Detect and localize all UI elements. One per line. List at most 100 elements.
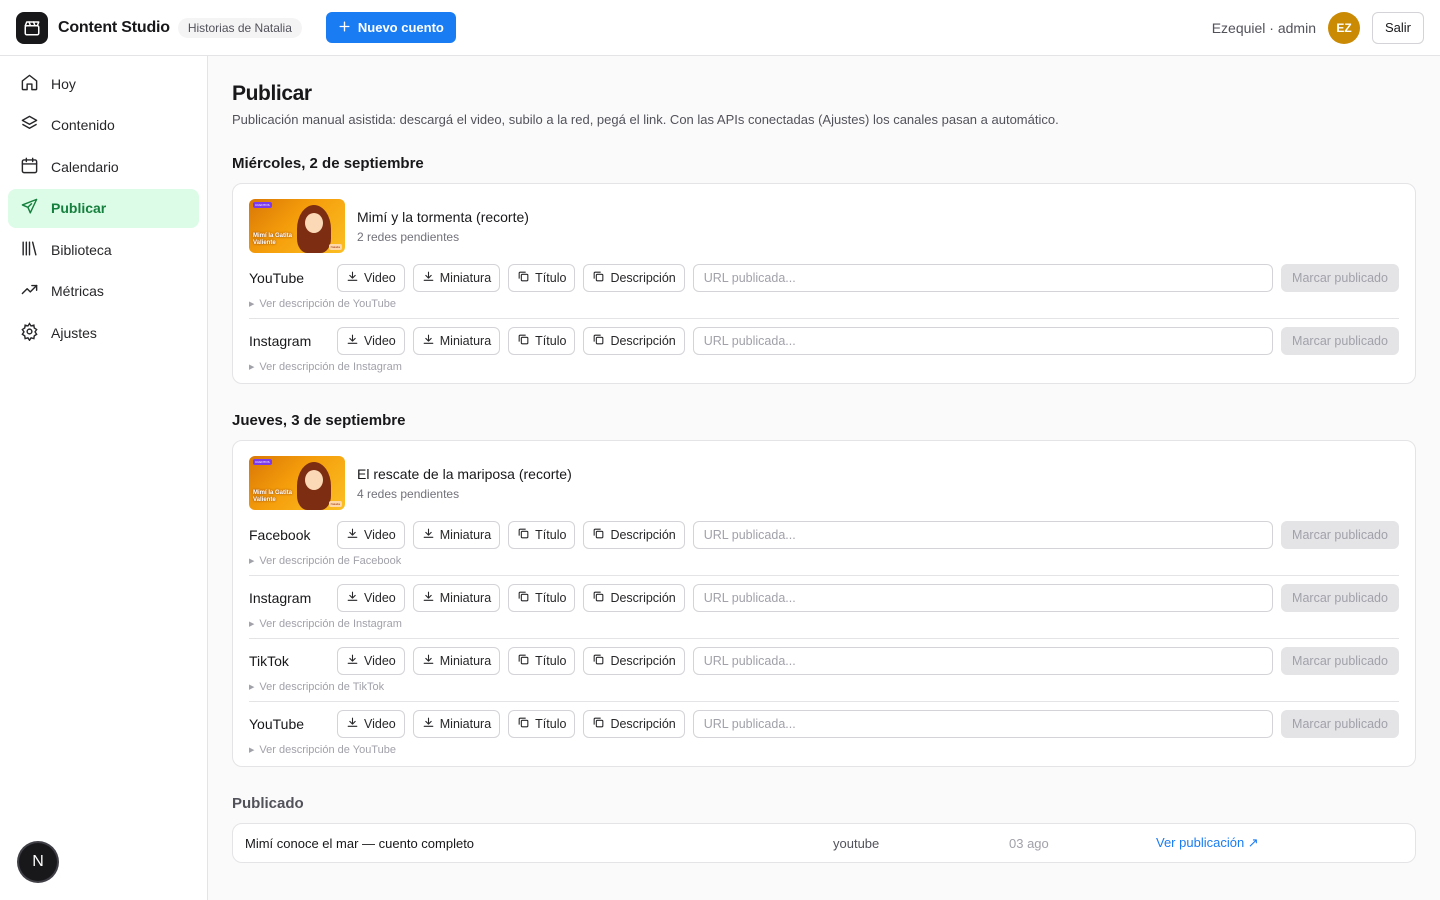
item-header: CUENTOS Mimí la Gatita Valiente Natalia El r…: [249, 456, 1399, 510]
published-url-input[interactable]: URL publicada...: [692, 710, 1273, 738]
copy-description-button-label: Descripción: [610, 591, 676, 605]
download-video-button-label: Video: [364, 271, 396, 285]
published-platform: youtube: [833, 835, 880, 851]
download-thumbnail-button[interactable]: Miniatura: [412, 584, 501, 612]
download-thumbnail-button[interactable]: Miniatura: [412, 327, 501, 355]
sidebar-item-biblioteca[interactable]: Biblioteca: [8, 230, 199, 269]
copy-description-button-label: Descripción: [610, 334, 676, 348]
copy-icon: [517, 270, 530, 286]
published-url-input[interactable]: URL publicada...: [692, 584, 1273, 612]
copy-description-button[interactable]: Descripción: [583, 647, 685, 675]
description-toggle[interactable]: ▶ Ver descripción de Instagram: [249, 618, 1399, 630]
network-row-controls: Instagram Video Miniatura Título Descripción…: [249, 327, 1399, 355]
caret-right-icon: ▶: [249, 558, 255, 565]
caret-right-icon: ▶: [249, 747, 255, 754]
network-row: Facebook Video Miniatura Título Descripción U…: [249, 510, 1399, 567]
sidebar-item-metricas[interactable]: Métricas: [8, 272, 199, 311]
download-icon: [346, 333, 359, 349]
download-video-button[interactable]: Video: [337, 521, 405, 549]
download-icon: [422, 716, 435, 732]
copy-title-button[interactable]: Título: [508, 710, 576, 738]
mark-published-button[interactable]: Marcar publicado: [1281, 584, 1399, 612]
published-url-input[interactable]: URL publicada...: [692, 647, 1273, 675]
pending-count: 2 redes pendientes: [357, 229, 460, 244]
new-story-button[interactable]: Nuevo cuento: [325, 12, 456, 43]
mark-published-button[interactable]: Marcar publicado: [1281, 264, 1399, 292]
description-toggle[interactable]: ▶ Ver descripción de Instagram: [249, 361, 1399, 373]
download-video-button[interactable]: Video: [337, 327, 405, 355]
sidebar-item-label: Biblioteca: [51, 241, 112, 258]
download-video-button-label: Video: [364, 654, 396, 668]
download-thumbnail-button[interactable]: Miniatura: [412, 710, 501, 738]
copy-description-button[interactable]: Descripción: [583, 584, 685, 612]
sidebar-item-calendario[interactable]: Calendario: [8, 147, 199, 186]
download-thumbnail-button-label: Miniatura: [439, 654, 492, 668]
description-toggle-label: Ver descripción de Facebook: [259, 555, 402, 567]
mark-published-button[interactable]: Marcar publicado: [1281, 521, 1399, 549]
clapperboard-icon[interactable]: [16, 11, 48, 44]
copy-title-button[interactable]: Título: [508, 647, 576, 675]
mark-published-button[interactable]: Marcar publicado: [1281, 327, 1399, 355]
copy-description-button[interactable]: Descripción: [583, 710, 685, 738]
day-heading: Miércoles, 2 de septiembre: [232, 155, 424, 172]
copy-description-button[interactable]: Descripción: [583, 327, 685, 355]
thumbnail-character-face: [305, 213, 323, 233]
sidebar-item-label: Hoy: [51, 75, 76, 92]
copy-title-button[interactable]: Título: [508, 264, 576, 292]
thumbnail-title-line2: Valiente: [253, 240, 276, 246]
description-toggle[interactable]: ▶ Ver descripción de YouTube: [249, 298, 1399, 310]
sidebar-item-ajustes[interactable]: Ajustes: [8, 313, 199, 352]
avatar[interactable]: EZ: [1327, 11, 1360, 44]
sidebar-item-publicar[interactable]: Publicar: [8, 188, 199, 228]
download-thumbnail-button-label: Miniatura: [439, 528, 492, 542]
published-url-input[interactable]: URL publicada...: [692, 327, 1273, 355]
network-name: YouTube: [249, 716, 305, 732]
download-icon: [422, 270, 435, 286]
main-content: Publicar Publicación manual asistida: de…: [208, 56, 1440, 900]
description-toggle[interactable]: ▶ Ver descripción de YouTube: [249, 744, 1399, 756]
sidebar-item-hoy[interactable]: Hoy: [8, 64, 199, 103]
copy-description-button[interactable]: Descripción: [583, 521, 685, 549]
download-video-button-label: Video: [364, 717, 396, 731]
copy-title-button[interactable]: Título: [508, 327, 576, 355]
view-publication-link[interactable]: Ver publicación ↗: [1156, 835, 1259, 851]
download-video-button[interactable]: Video: [337, 584, 405, 612]
copy-icon: [592, 590, 605, 606]
copy-title-button[interactable]: Título: [508, 584, 576, 612]
description-toggle-label: Ver descripción de Instagram: [259, 618, 402, 630]
download-video-button[interactable]: Video: [337, 710, 405, 738]
download-thumbnail-button[interactable]: Miniatura: [412, 647, 501, 675]
published-url-input[interactable]: URL publicada...: [692, 521, 1273, 549]
download-video-button-label: Video: [364, 528, 396, 542]
download-icon: [422, 527, 435, 543]
thumbnail-title: Mimí la Gatita Valiente: [253, 233, 292, 247]
item-header: CUENTOS Mimí la Gatita Valiente Natalia Mimí…: [249, 199, 1399, 253]
mark-published-button[interactable]: Marcar publicado: [1281, 647, 1399, 675]
download-thumbnail-button[interactable]: Miniatura: [412, 264, 501, 292]
description-toggle-label: Ver descripción de TikTok: [259, 681, 385, 693]
mark-published-button[interactable]: Marcar publicado: [1281, 710, 1399, 738]
description-toggle[interactable]: ▶ Ver descripción de Facebook: [249, 555, 1399, 567]
dev-tools-badge[interactable]: N: [19, 843, 57, 881]
download-video-button[interactable]: Video: [337, 264, 405, 292]
calendar-icon: [20, 156, 39, 178]
network-name: TikTok: [249, 653, 289, 669]
copy-title-button[interactable]: Título: [508, 521, 576, 549]
item-info: El rescate de la mariposa (recorte) 4 red…: [357, 466, 572, 501]
sidebar-item-contenido[interactable]: Contenido: [8, 106, 199, 145]
layers-icon: [20, 114, 39, 136]
copy-description-button[interactable]: Descripción: [583, 264, 685, 292]
caret-right-icon: ▶: [249, 621, 255, 628]
sidebar-item-label: Contenido: [51, 117, 115, 133]
download-video-button[interactable]: Video: [337, 647, 405, 675]
network-row: Instagram Video Miniatura Título Descripción…: [249, 575, 1399, 630]
page-subtitle: Publicación manual asistida: descargá el…: [232, 112, 1059, 127]
thumbnail-tag: CUENTOS: [253, 202, 272, 208]
copy-description-button-label: Descripción: [610, 717, 676, 731]
workspace-badge[interactable]: Historias de Natalia: [177, 17, 302, 38]
logout-button[interactable]: Salir: [1371, 11, 1424, 44]
published-url-input[interactable]: URL publicada...: [692, 264, 1273, 292]
download-thumbnail-button[interactable]: Miniatura: [412, 521, 501, 549]
published-heading: Publicado: [232, 795, 304, 812]
description-toggle[interactable]: ▶ Ver descripción de TikTok: [249, 681, 1399, 693]
